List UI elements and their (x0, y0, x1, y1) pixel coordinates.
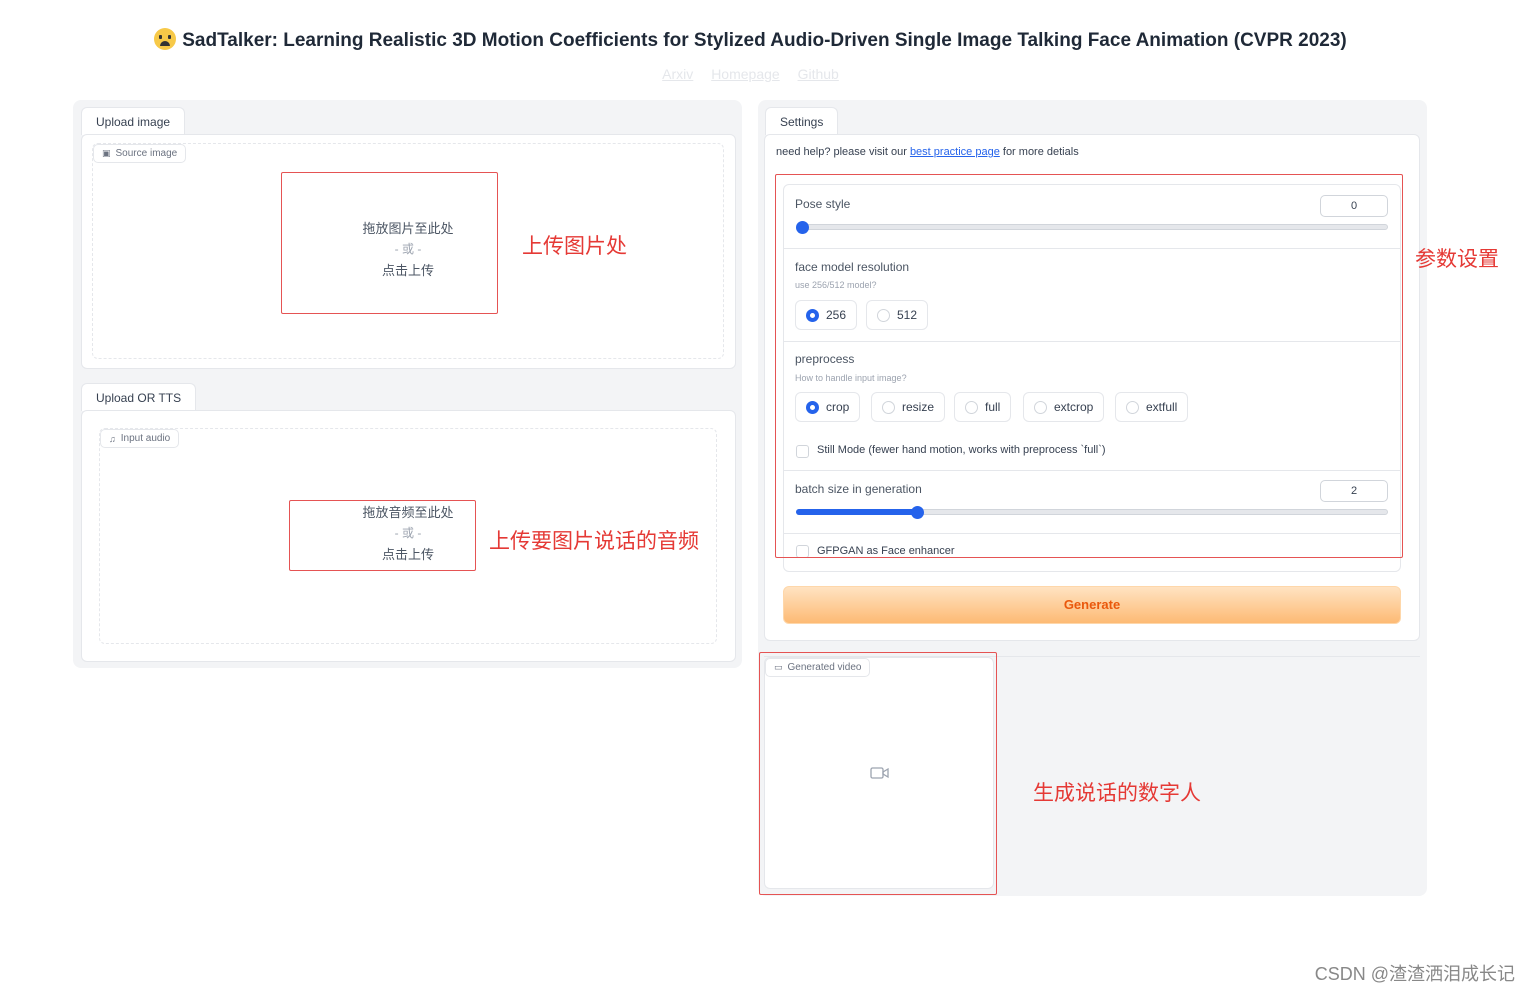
best-practice-link[interactable]: best practice page (910, 146, 1000, 158)
annotation-box-output (759, 652, 997, 895)
music-note-icon: ♫ (109, 433, 116, 444)
help-suffix: for more detials (999, 146, 1079, 158)
tab-upload-or-tts[interactable]: Upload OR TTS (81, 383, 197, 411)
page-title-text: SadTalker: Learning Realistic 3D Motion … (182, 30, 1347, 51)
source-image-chip: ▣ Source image (93, 144, 187, 163)
tab-settings[interactable]: Settings (765, 107, 839, 135)
annotation-box-audio (289, 500, 476, 571)
generate-button[interactable]: Generate (783, 586, 1401, 624)
watermark: CSDN @渣渣洒泪成长记 (1314, 964, 1515, 984)
source-image-label: Source image (115, 148, 178, 159)
tab-upload-image[interactable]: Upload image (81, 107, 186, 135)
annotation-settings: 参数设置 (1415, 248, 1499, 271)
crying-face-icon (154, 28, 177, 50)
arxiv-link[interactable]: Arxiv (662, 66, 693, 82)
input-audio-label: Input audio (120, 433, 171, 444)
annotation-upload-audio: 上传要图片说话的音频 (489, 530, 699, 553)
annotation-box-settings (775, 174, 1403, 558)
annotation-upload-image: 上传图片处 (522, 235, 627, 258)
input-audio-chip: ♫ Input audio (100, 429, 180, 448)
header-links: Arxiv Homepage Github (0, 66, 1501, 82)
github-link[interactable]: Github (798, 66, 839, 82)
page-title: SadTalker: Learning Realistic 3D Motion … (0, 28, 1501, 52)
annotation-output: 生成说话的数字人 (1033, 782, 1201, 805)
homepage-link[interactable]: Homepage (711, 66, 780, 82)
help-text: need help? please visit our best practic… (776, 146, 1079, 158)
annotation-box-image (281, 172, 498, 314)
image-icon: ▣ (102, 148, 111, 158)
help-prefix: need help? please visit our (776, 146, 910, 158)
